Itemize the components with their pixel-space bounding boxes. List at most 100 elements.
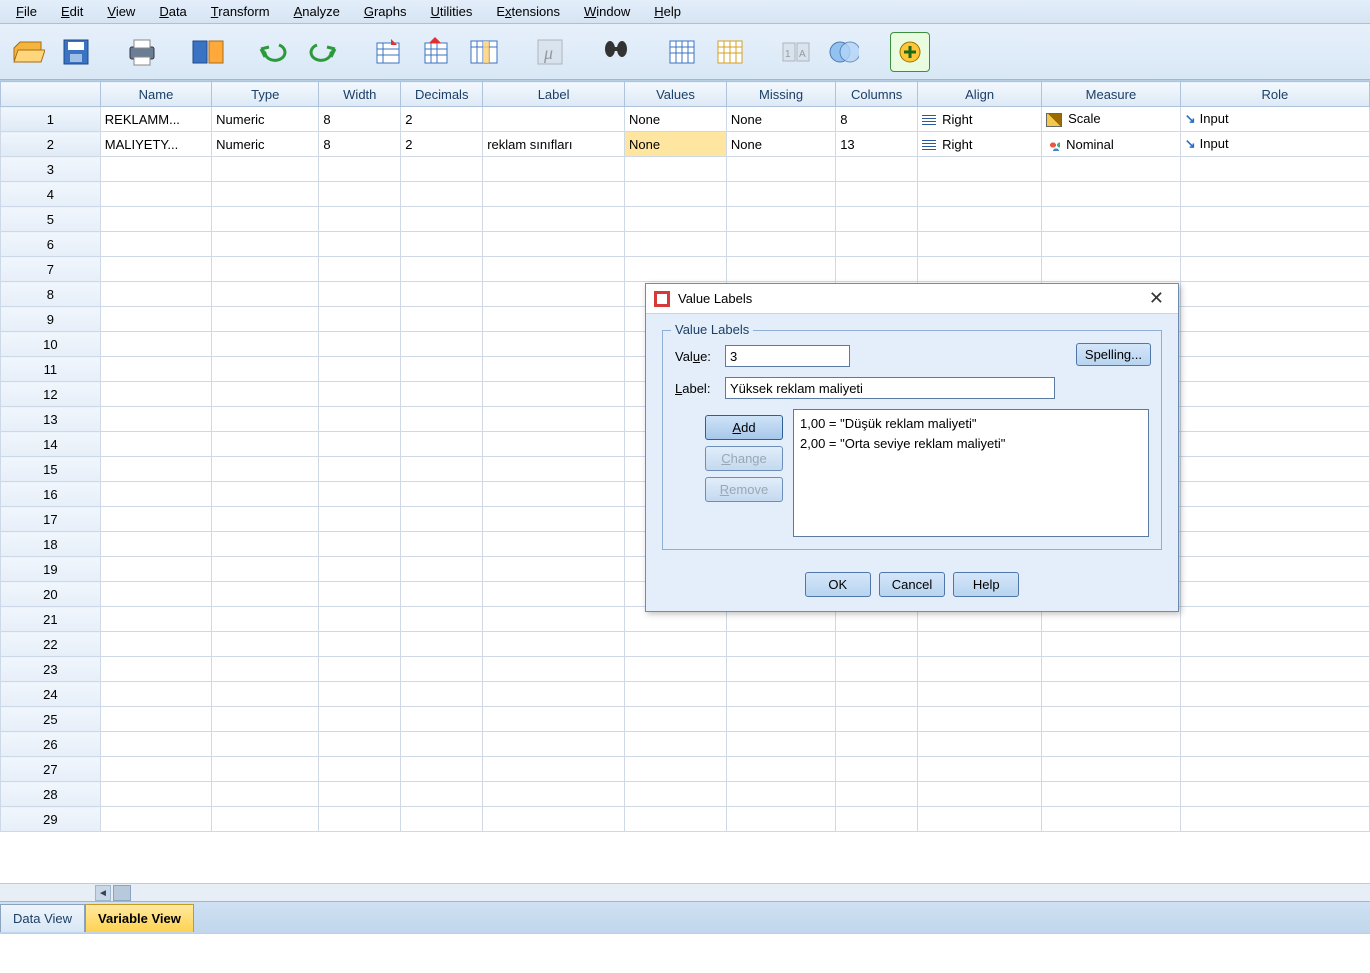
- table-row-empty[interactable]: 3: [1, 157, 1370, 182]
- empty-cell[interactable]: [625, 632, 727, 657]
- empty-cell[interactable]: [483, 707, 625, 732]
- row-header[interactable]: 23: [1, 657, 101, 682]
- menu-view[interactable]: View: [95, 2, 147, 21]
- cell-width[interactable]: 8: [319, 107, 401, 132]
- col-header-decimals[interactable]: Decimals: [401, 82, 483, 107]
- empty-cell[interactable]: [212, 357, 319, 382]
- empty-cell[interactable]: [401, 407, 483, 432]
- cell-decimals[interactable]: 2: [401, 107, 483, 132]
- empty-cell[interactable]: [401, 682, 483, 707]
- empty-cell[interactable]: [212, 507, 319, 532]
- empty-cell[interactable]: [1180, 732, 1369, 757]
- empty-cell[interactable]: [918, 182, 1042, 207]
- row-header[interactable]: 28: [1, 782, 101, 807]
- empty-cell[interactable]: [319, 382, 401, 407]
- empty-cell[interactable]: [401, 207, 483, 232]
- empty-cell[interactable]: [212, 382, 319, 407]
- empty-cell[interactable]: [1180, 582, 1369, 607]
- cell-missing[interactable]: None: [726, 132, 835, 157]
- cell-decimals[interactable]: 2: [401, 132, 483, 157]
- empty-cell[interactable]: [319, 807, 401, 832]
- empty-cell[interactable]: [625, 657, 727, 682]
- empty-cell[interactable]: [401, 532, 483, 557]
- open-icon[interactable]: [8, 32, 48, 72]
- empty-cell[interactable]: [1180, 257, 1369, 282]
- empty-cell[interactable]: [319, 632, 401, 657]
- empty-cell[interactable]: [319, 282, 401, 307]
- empty-cell[interactable]: [625, 257, 727, 282]
- table-row-empty[interactable]: 25: [1, 707, 1370, 732]
- undo-icon[interactable]: [254, 32, 294, 72]
- empty-cell[interactable]: [1180, 757, 1369, 782]
- empty-cell[interactable]: [401, 282, 483, 307]
- empty-cell[interactable]: [918, 632, 1042, 657]
- empty-cell[interactable]: [483, 582, 625, 607]
- empty-cell[interactable]: [212, 757, 319, 782]
- empty-cell[interactable]: [212, 607, 319, 632]
- row-header[interactable]: 20: [1, 582, 101, 607]
- empty-cell[interactable]: [836, 682, 918, 707]
- empty-cell[interactable]: [483, 232, 625, 257]
- col-header-align[interactable]: Align: [918, 82, 1042, 107]
- tab-data-view[interactable]: Data View: [0, 904, 85, 932]
- empty-cell[interactable]: [212, 232, 319, 257]
- help-button[interactable]: Help: [953, 572, 1019, 597]
- col-header-name[interactable]: Name: [100, 82, 211, 107]
- tab-variable-view[interactable]: Variable View: [85, 904, 194, 932]
- empty-cell[interactable]: [918, 257, 1042, 282]
- table-row-empty[interactable]: 26: [1, 732, 1370, 757]
- empty-cell[interactable]: [319, 607, 401, 632]
- empty-cell[interactable]: [726, 757, 835, 782]
- empty-cell[interactable]: [1180, 807, 1369, 832]
- empty-cell[interactable]: [836, 657, 918, 682]
- col-header-type[interactable]: Type: [212, 82, 319, 107]
- empty-cell[interactable]: [1042, 782, 1181, 807]
- label-input[interactable]: [725, 377, 1055, 399]
- empty-cell[interactable]: [401, 582, 483, 607]
- cell-measure[interactable]: Scale: [1042, 107, 1181, 132]
- goto-variable-icon[interactable]: [416, 32, 456, 72]
- empty-cell[interactable]: [726, 232, 835, 257]
- empty-cell[interactable]: [1042, 257, 1181, 282]
- row-header[interactable]: 17: [1, 507, 101, 532]
- menu-utilities[interactable]: Utilities: [418, 2, 484, 21]
- row-header[interactable]: 19: [1, 557, 101, 582]
- menu-window[interactable]: Window: [572, 2, 642, 21]
- empty-cell[interactable]: [212, 207, 319, 232]
- empty-cell[interactable]: [918, 682, 1042, 707]
- menu-analyze[interactable]: Analyze: [282, 2, 352, 21]
- empty-cell[interactable]: [100, 482, 211, 507]
- empty-cell[interactable]: [100, 332, 211, 357]
- empty-cell[interactable]: [1180, 532, 1369, 557]
- empty-cell[interactable]: [1180, 632, 1369, 657]
- row-header[interactable]: 3: [1, 157, 101, 182]
- empty-cell[interactable]: [401, 157, 483, 182]
- find-icon[interactable]: [596, 32, 636, 72]
- empty-cell[interactable]: [483, 332, 625, 357]
- empty-cell[interactable]: [319, 157, 401, 182]
- menu-file[interactable]: File: [4, 2, 49, 21]
- empty-cell[interactable]: [212, 732, 319, 757]
- empty-cell[interactable]: [1180, 407, 1369, 432]
- empty-cell[interactable]: [483, 182, 625, 207]
- cell-columns[interactable]: 13: [836, 132, 918, 157]
- empty-cell[interactable]: [100, 732, 211, 757]
- empty-cell[interactable]: [212, 332, 319, 357]
- empty-cell[interactable]: [726, 257, 835, 282]
- empty-cell[interactable]: [726, 657, 835, 682]
- table-row[interactable]: 2MALIYETY...Numeric82reklam sınıflarıNon…: [1, 132, 1370, 157]
- empty-cell[interactable]: [625, 207, 727, 232]
- empty-cell[interactable]: [1180, 507, 1369, 532]
- empty-cell[interactable]: [100, 632, 211, 657]
- menu-data[interactable]: Data: [147, 2, 198, 21]
- empty-cell[interactable]: [401, 257, 483, 282]
- cell-type[interactable]: Numeric: [212, 107, 319, 132]
- empty-cell[interactable]: [918, 757, 1042, 782]
- change-button[interactable]: Change: [705, 446, 783, 471]
- empty-cell[interactable]: [1042, 157, 1181, 182]
- empty-cell[interactable]: [212, 157, 319, 182]
- empty-cell[interactable]: [401, 457, 483, 482]
- empty-cell[interactable]: [483, 457, 625, 482]
- col-header-label[interactable]: Label: [483, 82, 625, 107]
- empty-cell[interactable]: [1180, 432, 1369, 457]
